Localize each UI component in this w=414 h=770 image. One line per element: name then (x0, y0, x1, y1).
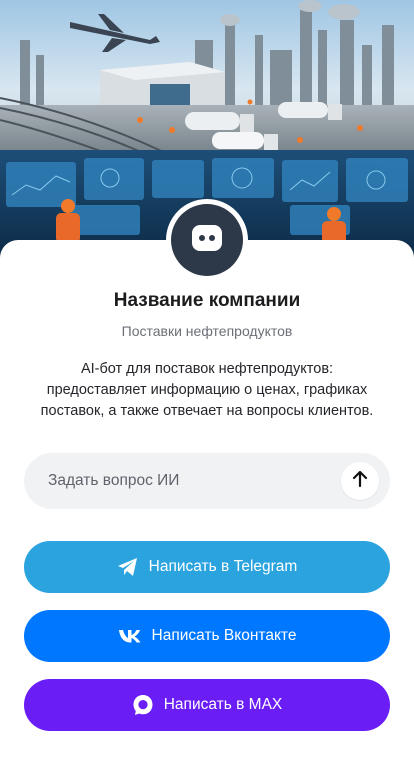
ask-ai-input[interactable]: Задать вопрос ИИ (24, 453, 390, 509)
avatar-circle (171, 204, 243, 276)
max-button-label: Написать в MAX (163, 696, 283, 713)
telegram-button-label: Написать в Telegram (148, 558, 298, 575)
company-subtitle: Поставки нефтепродуктов (121, 323, 293, 339)
company-description: AI-бот для поставок нефтепродуктов: пред… (40, 361, 374, 419)
company-name: Название компании (113, 290, 301, 311)
vk-icon (118, 629, 142, 643)
vk-button-label: Написать Вконтакте (151, 627, 297, 644)
telegram-button[interactable]: Написать в Telegram (24, 541, 390, 593)
chat-bubble-icon (190, 223, 224, 258)
max-button[interactable]: Написать в MAX (24, 679, 390, 731)
avatar (166, 199, 248, 281)
send-button[interactable] (341, 462, 379, 500)
ask-ai-placeholder[interactable]: Задать вопрос ИИ (48, 472, 390, 490)
telegram-icon (117, 557, 139, 577)
max-icon (132, 694, 154, 716)
arrow-up-icon (352, 470, 368, 493)
vk-button[interactable]: Написать Вконтакте (24, 610, 390, 662)
